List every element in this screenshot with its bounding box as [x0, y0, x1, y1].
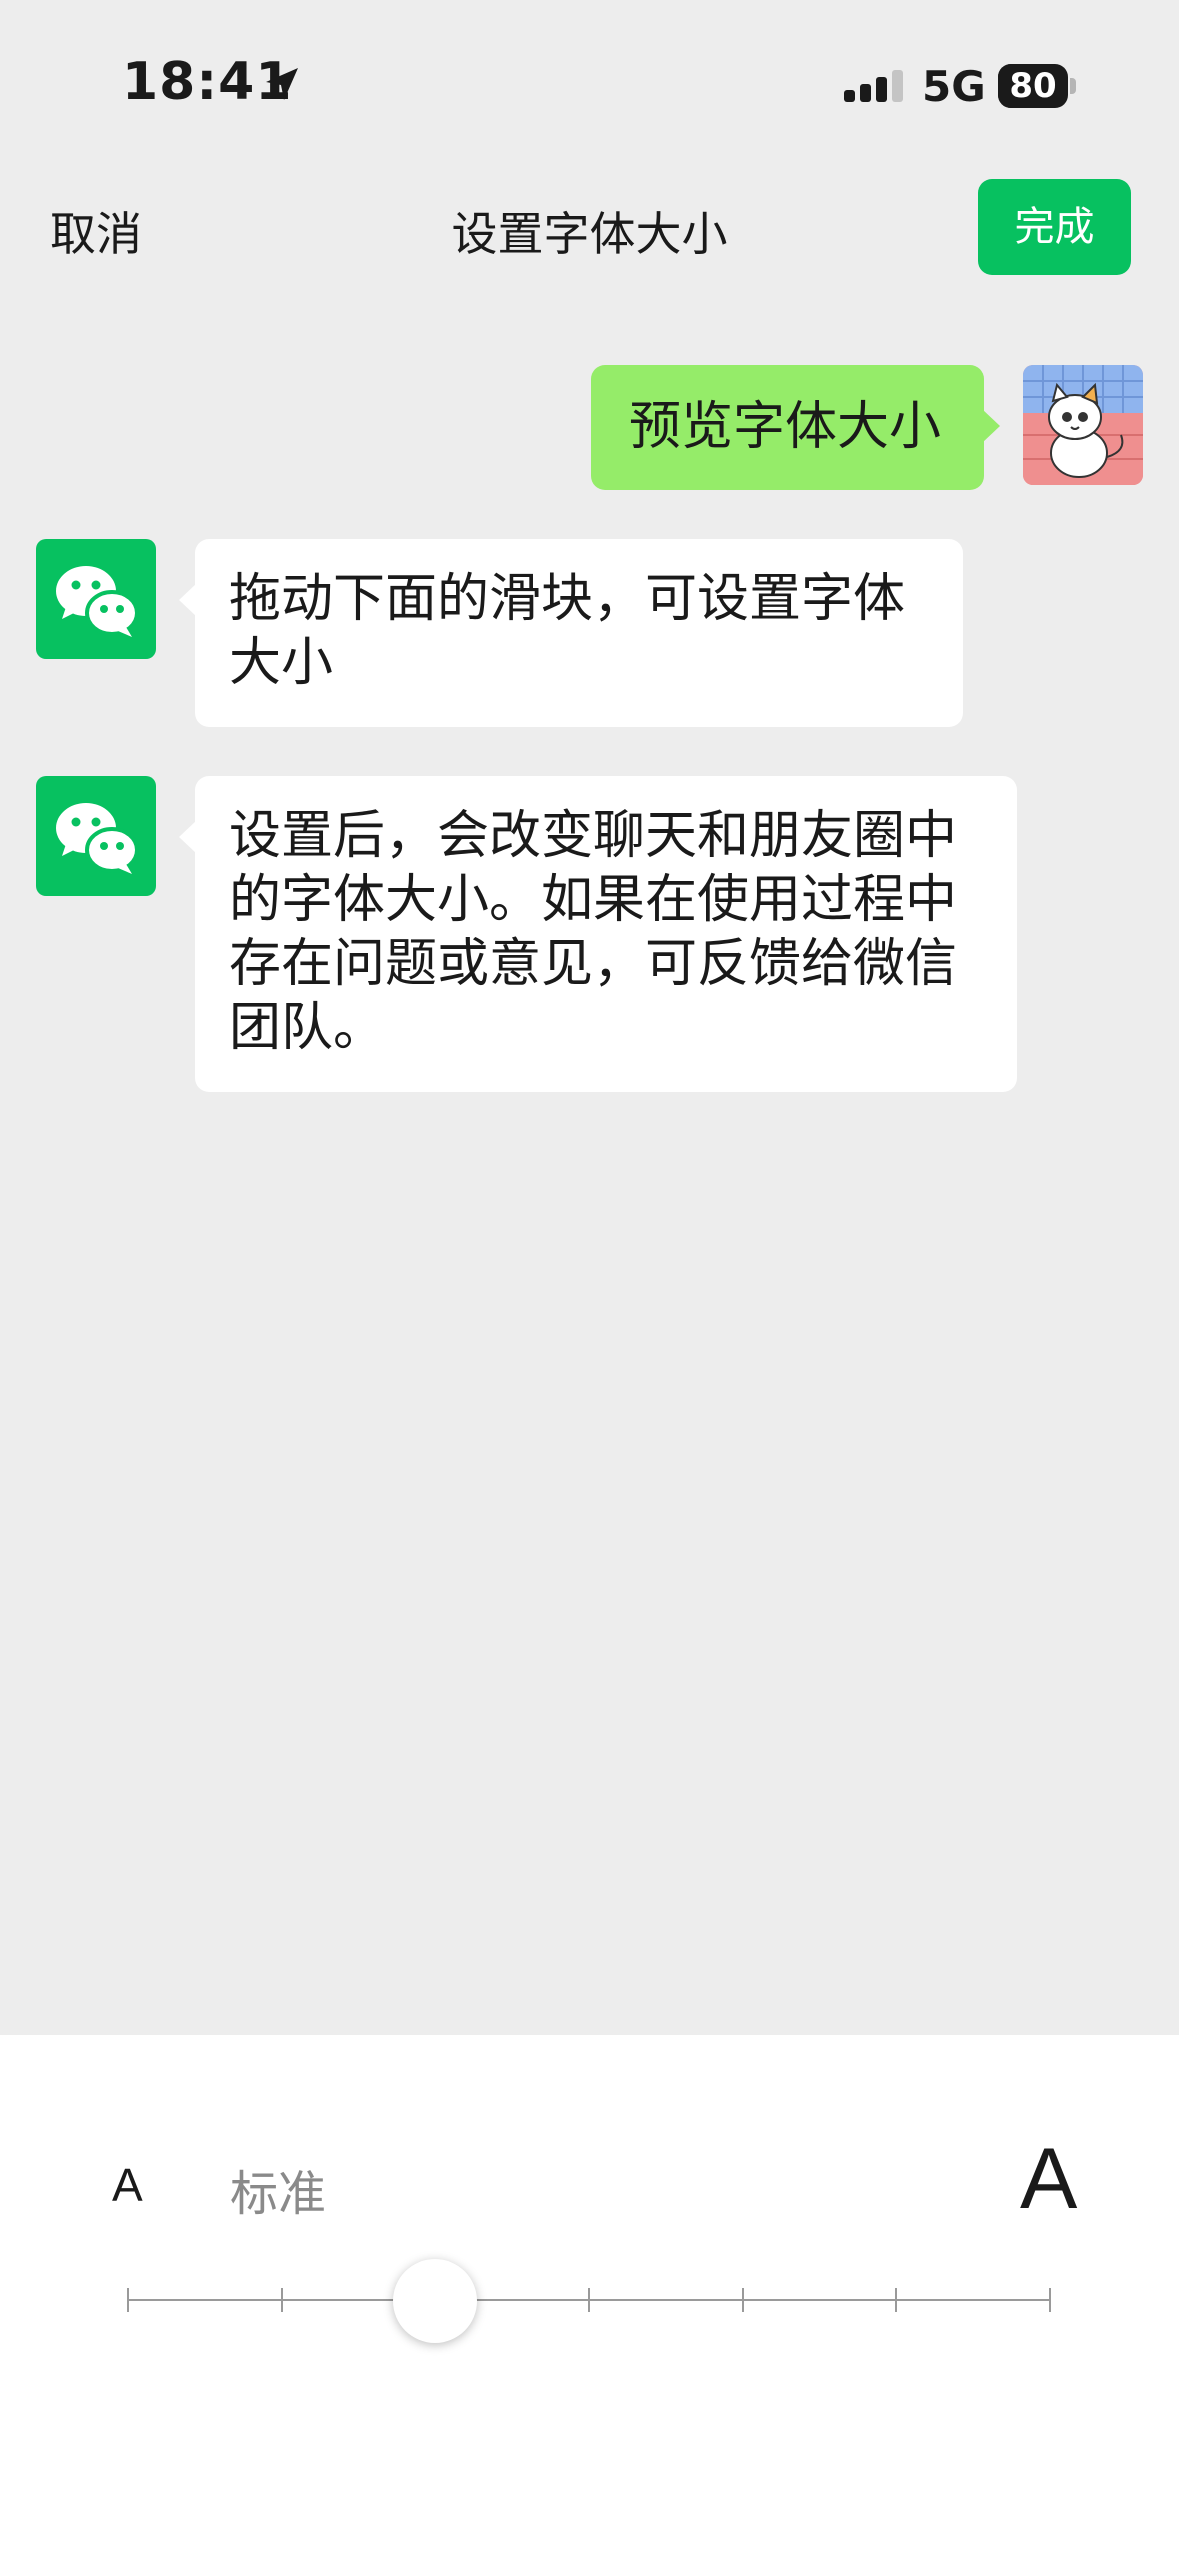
network-type: 5G [922, 62, 986, 111]
status-bar: 18:41 5G 80 [0, 0, 1179, 170]
slider-tick[interactable] [588, 2288, 590, 2312]
signal-icon [844, 70, 903, 102]
slider-tick[interactable] [741, 2288, 744, 2312]
current-size-label: 标准 [230, 2166, 327, 2222]
slider-tick[interactable] [280, 2288, 283, 2312]
chat-bubble-wechat: 设置后，会改变聊天和朋友圈中的字体大小。如果在使用过程中存在问题或意见，可反馈给… [179, 776, 1017, 1092]
large-font-label: A [1020, 2131, 1078, 2227]
message-text: 设置后，会改变聊天和朋友圈中的字体大小。如果在使用过程中存在问题或意见，可反馈给… [229, 806, 958, 1058]
done-button[interactable]: 完成 [978, 179, 1131, 275]
chat-bubble-wechat: 拖动下面的滑块，可设置字体大小 [179, 539, 963, 727]
wechat-logo-icon [56, 803, 139, 874]
slider-tick[interactable] [895, 2288, 898, 2312]
user-avatar [1023, 365, 1143, 485]
location-arrow-icon [266, 68, 298, 100]
small-font-label: A [112, 2159, 143, 2211]
font-size-slider[interactable] [127, 2259, 1051, 2343]
wechat-avatar [36, 539, 156, 659]
slider-tick[interactable] [1049, 2288, 1051, 2312]
chat-bubble-me: 预览字体大小 [591, 365, 1000, 490]
wechat-avatar [36, 776, 156, 896]
battery-icon: 80 [998, 64, 1078, 108]
message-text: 预览字体大小 [629, 397, 942, 457]
cat-avatar-icon [1023, 365, 1143, 485]
battery-percent: 80 [1009, 66, 1057, 106]
message-text: 拖动下面的滑块，可设置字体大小 [229, 569, 906, 693]
wechat-logo-icon [56, 566, 139, 637]
slider-tick[interactable] [127, 2288, 129, 2312]
slider-thumb[interactable] [393, 2259, 478, 2343]
